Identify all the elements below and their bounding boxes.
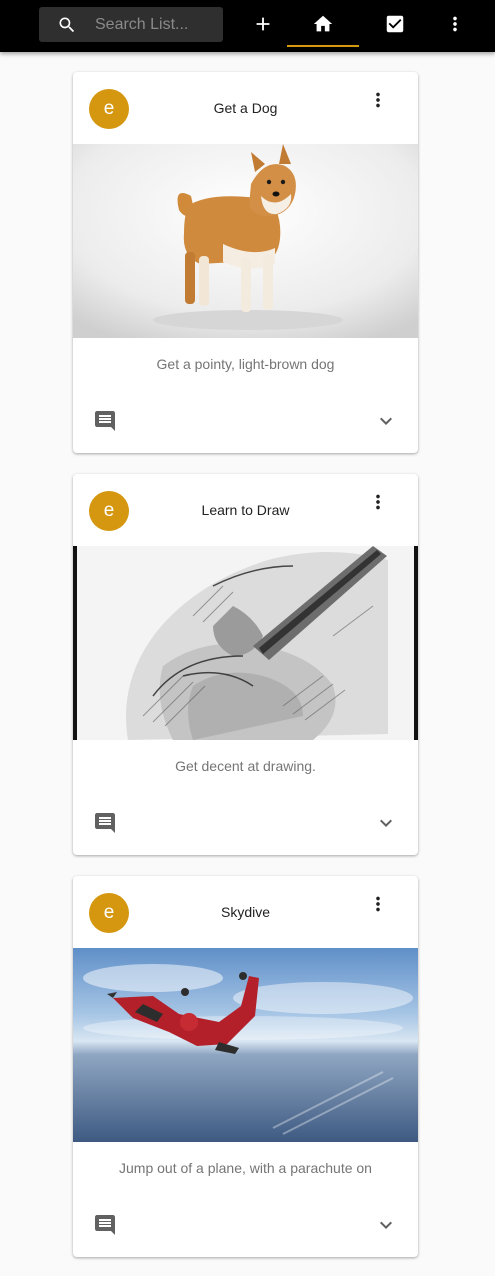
avatar[interactable]: e [89,89,129,129]
card-image [73,948,418,1142]
chevron-down-icon [380,1221,392,1229]
top-app-bar [0,0,495,52]
search-box[interactable] [39,7,223,42]
card-image [73,144,418,338]
home-button[interactable] [303,4,343,44]
card-description: Jump out of a plane, with a parachute on [119,1160,372,1176]
avatar-letter: e [103,500,115,521]
avatar-letter: e [103,98,115,119]
search-input[interactable] [95,7,219,42]
card-menu-button[interactable] [366,892,390,916]
comment-button[interactable] [93,1213,117,1237]
avatar[interactable]: e [89,893,129,933]
home-icon [313,15,333,32]
list-card: e Get a Dog Get a pointy, light-brown do… [73,72,418,453]
card-title: Learn to Draw [201,502,290,518]
add-button[interactable] [243,4,283,44]
avatar-letter: e [103,902,115,923]
more-vert-icon [376,896,380,912]
comment-icon [95,411,115,431]
comment-icon [95,813,115,833]
card-image [73,546,418,740]
more-vert-icon [376,494,380,510]
comment-button[interactable] [93,811,117,835]
card-title: Skydive [220,904,271,920]
more-vert-icon [453,16,457,32]
card-description: Get decent at drawing. [175,758,316,774]
drawing-image [73,546,418,740]
search-icon [59,17,75,33]
expand-button[interactable] [374,409,398,433]
more-menu-button[interactable] [435,4,475,44]
checkbox-icon [386,15,404,33]
expand-button[interactable] [374,1213,398,1237]
completed-button[interactable] [375,4,415,44]
avatar[interactable]: e [89,491,129,531]
skydive-image [73,948,418,1142]
card-title: Get a Dog [213,100,278,116]
card-menu-button[interactable] [366,490,390,514]
chevron-down-icon [380,819,392,827]
plus-icon [256,17,270,31]
card-menu-button[interactable] [366,88,390,112]
comment-button[interactable] [93,409,117,433]
comment-icon [95,1215,115,1235]
card-description: Get a pointy, light-brown dog [156,356,335,372]
list-card: e Learn to Draw Get decent at drawing. [73,474,418,855]
list-card: e Skydive Jump out of a plane, with a pa… [73,876,418,1257]
more-vert-icon [376,92,380,108]
active-tab-indicator [287,45,359,47]
chevron-down-icon [380,417,392,425]
expand-button[interactable] [374,811,398,835]
dog-image [73,144,418,338]
